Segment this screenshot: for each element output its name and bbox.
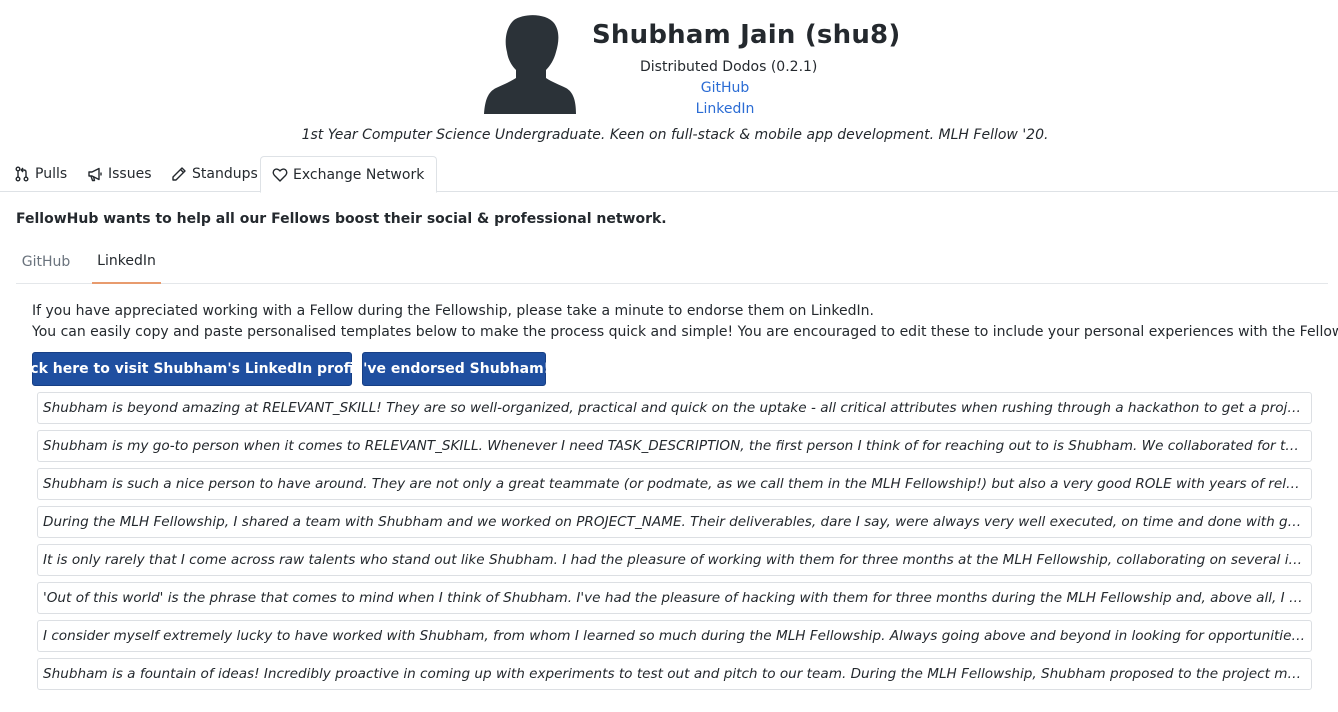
endorsement-template[interactable]: During the MLH Fellowship, I shared a te… (37, 506, 1312, 538)
tab-issues[interactable]: Issues (87, 156, 152, 192)
person-silhouette-icon (484, 14, 578, 115)
pull-request-icon (15, 166, 29, 182)
template-text: Shubham is my go-to person when it comes… (43, 438, 1306, 454)
tab-label: Standups (192, 166, 258, 182)
tab-pulls[interactable]: Pulls (14, 156, 67, 192)
tab-label: Issues (108, 166, 152, 182)
template-text: 'Out of this world' is the phrase that c… (43, 590, 1306, 606)
template-text: I consider myself extremely lucky to hav… (43, 628, 1306, 644)
subtab-github[interactable]: GitHub (16, 240, 76, 284)
endorsement-template[interactable]: Shubham is such a nice person to have ar… (37, 468, 1312, 500)
template-text: Shubham is such a nice person to have ar… (43, 476, 1306, 492)
template-text: It is only rarely that I come across raw… (43, 552, 1306, 568)
endorsed-button[interactable]: I've endorsed Shubham! (358, 352, 550, 386)
pod-name: Distributed Dodos (0.2.1) (640, 59, 818, 75)
visit-linkedin-button[interactable]: Click here to visit Shubham's LinkedIn p… (10, 352, 374, 386)
github-profile-link[interactable]: GitHub (665, 80, 785, 96)
tab-label: Pulls (35, 166, 68, 182)
profile-header: Shubham Jain (shu8) Distributed Dodos (0… (0, 0, 1338, 150)
tab-label: Exchange Network (293, 166, 425, 183)
exchange-intro: FellowHub wants to help all our Fellows … (16, 211, 667, 227)
template-instructions: You can easily copy and paste personalis… (32, 324, 1338, 340)
endorsement-template[interactable]: I consider myself extremely lucky to hav… (37, 620, 1312, 652)
template-text: Shubham is beyond amazing at RELEVANT_SK… (43, 400, 1306, 416)
endorsement-template[interactable]: It is only rarely that I come across raw… (37, 544, 1312, 576)
endorsement-template[interactable]: 'Out of this world' is the phrase that c… (37, 582, 1312, 614)
endorsement-template[interactable]: Shubham is beyond amazing at RELEVANT_SK… (37, 392, 1312, 424)
endorse-instructions: If you have appreciated working with a F… (32, 303, 874, 319)
heart-icon (272, 167, 288, 182)
linkedin-profile-link[interactable]: LinkedIn (665, 101, 785, 117)
pencil-icon (172, 167, 186, 181)
tab-exchange-network[interactable]: Exchange Network (260, 156, 438, 193)
profile-bio: 1st Year Computer Science Undergraduate.… (301, 127, 1049, 143)
template-text: Shubham is a fountain of ideas! Incredib… (43, 666, 1306, 682)
network-subtabs: GitHub LinkedIn (16, 240, 1328, 284)
megaphone-icon (88, 167, 102, 182)
profile-name: Shubham Jain (shu8) (592, 20, 901, 50)
subtab-linkedin[interactable]: LinkedIn (92, 240, 161, 284)
endorsement-template[interactable]: Shubham is my go-to person when it comes… (37, 430, 1312, 462)
template-text: During the MLH Fellowship, I shared a te… (43, 514, 1306, 530)
profile-tabs: Pulls Issues Standups Exchange Network (0, 156, 1338, 193)
endorsement-template[interactable]: Shubham is a fountain of ideas! Incredib… (37, 658, 1312, 690)
tab-standups[interactable]: Standups (171, 156, 258, 192)
